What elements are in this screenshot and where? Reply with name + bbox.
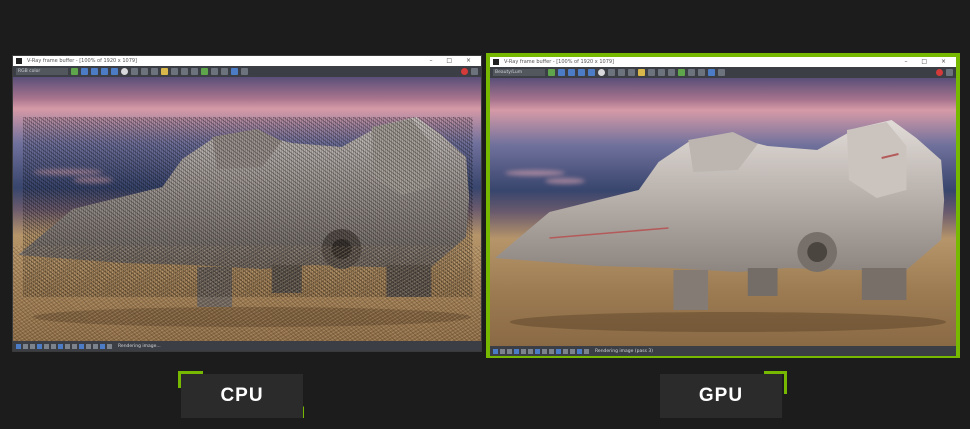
sb-icon-3[interactable]: [30, 343, 35, 349]
sb-icon-7[interactable]: [58, 343, 63, 349]
sb-icon-9[interactable]: [549, 348, 554, 354]
region-icon[interactable]: [181, 68, 188, 75]
lock-icon[interactable]: [668, 69, 675, 76]
folder-icon[interactable]: [638, 69, 645, 76]
correction-icon[interactable]: [678, 69, 685, 76]
channel-icon[interactable]: [548, 69, 555, 76]
sb-icon-14[interactable]: [107, 343, 112, 349]
channel-icon[interactable]: [71, 68, 78, 75]
options-icon[interactable]: [946, 69, 953, 76]
spaceship-render: [17, 117, 472, 327]
sb-icon-12[interactable]: [570, 348, 575, 354]
sb-icon-10[interactable]: [556, 348, 561, 354]
compare-icon[interactable]: [698, 69, 705, 76]
sb-icon-4[interactable]: [514, 348, 519, 354]
app-icon: [493, 59, 499, 65]
sb-icon-2[interactable]: [500, 348, 505, 354]
gpu-status-text: Rendering image (pass 3): [595, 348, 653, 354]
mono-icon[interactable]: [121, 68, 128, 75]
cpu-render-viewport[interactable]: [13, 77, 481, 341]
clear-icon[interactable]: [151, 68, 158, 75]
pixel-info-icon[interactable]: [718, 69, 725, 76]
mono-icon[interactable]: [598, 69, 605, 76]
gpu-toolbar: Beauty/Lum: [490, 67, 956, 78]
save-icon[interactable]: [608, 69, 615, 76]
pixel-info-icon[interactable]: [241, 68, 248, 75]
region-icon[interactable]: [658, 69, 665, 76]
alpha-icon[interactable]: [111, 68, 118, 75]
sb-icon-7[interactable]: [535, 348, 540, 354]
sb-icon-1[interactable]: [493, 348, 498, 354]
history-icon[interactable]: [708, 69, 715, 76]
gpu-window-titlebar[interactable]: V-Ray frame buffer - [100% of 1920 x 107…: [490, 57, 956, 67]
app-icon: [16, 58, 22, 64]
sb-icon-1[interactable]: [16, 343, 21, 349]
rgb-red-icon[interactable]: [81, 68, 88, 75]
sb-icon-12[interactable]: [93, 343, 98, 349]
clear-icon[interactable]: [628, 69, 635, 76]
sb-icon-14[interactable]: [584, 348, 589, 354]
cpu-display-mode-select[interactable]: RGB color: [16, 68, 68, 75]
gpu-label: GPU: [660, 374, 782, 418]
sb-icon-2[interactable]: [23, 343, 28, 349]
gpu-statusbar: Rendering image (pass 3): [490, 346, 956, 356]
cpu-window-titlebar[interactable]: V-Ray frame buffer - [100% of 1920 x 107…: [13, 56, 481, 66]
cpu-render-window: V-Ray frame buffer - [100% of 1920 x 107…: [12, 55, 482, 352]
sb-icon-13[interactable]: [577, 348, 582, 354]
window-controls[interactable]: – □ ×: [429, 56, 477, 66]
rgb-green-icon[interactable]: [568, 69, 575, 76]
load-icon[interactable]: [618, 69, 625, 76]
spaceship-render: [494, 120, 947, 332]
folder-icon[interactable]: [161, 68, 168, 75]
sb-icon-5[interactable]: [44, 343, 49, 349]
cpu-status-text: Rendering image...: [118, 343, 161, 349]
alpha-icon[interactable]: [588, 69, 595, 76]
compare-icon[interactable]: [221, 68, 228, 75]
sb-icon-13[interactable]: [100, 343, 105, 349]
gpu-window-title: V-Ray frame buffer - [100% of 1920 x 107…: [504, 59, 615, 65]
cpu-window-title: V-Ray frame buffer - [100% of 1920 x 107…: [27, 58, 138, 64]
record-icon[interactable]: [936, 69, 943, 76]
rgb-blue-icon[interactable]: [578, 69, 585, 76]
sb-icon-8[interactable]: [542, 348, 547, 354]
sb-icon-11[interactable]: [86, 343, 91, 349]
lens-icon[interactable]: [211, 68, 218, 75]
sb-icon-9[interactable]: [72, 343, 77, 349]
lock-icon[interactable]: [191, 68, 198, 75]
rgb-green-icon[interactable]: [91, 68, 98, 75]
track-mouse-icon[interactable]: [171, 68, 178, 75]
gpu-render-window: V-Ray frame buffer - [100% of 1920 x 107…: [486, 53, 960, 358]
gpu-display-mode-select[interactable]: Beauty/Lum: [493, 69, 545, 76]
rgb-blue-icon[interactable]: [101, 68, 108, 75]
cpu-label: CPU: [181, 374, 303, 418]
sb-icon-11[interactable]: [563, 348, 568, 354]
sb-icon-3[interactable]: [507, 348, 512, 354]
lens-icon[interactable]: [688, 69, 695, 76]
sb-icon-10[interactable]: [79, 343, 84, 349]
rgb-red-icon[interactable]: [558, 69, 565, 76]
history-icon[interactable]: [231, 68, 238, 75]
record-icon[interactable]: [461, 68, 468, 75]
track-mouse-icon[interactable]: [648, 69, 655, 76]
sb-icon-8[interactable]: [65, 343, 70, 349]
load-icon[interactable]: [141, 68, 148, 75]
cpu-statusbar: Rendering image...: [13, 341, 481, 351]
gpu-render-viewport[interactable]: [490, 78, 956, 346]
sb-icon-6[interactable]: [51, 343, 56, 349]
sb-icon-5[interactable]: [521, 348, 526, 354]
cpu-toolbar: RGB color: [13, 66, 481, 77]
correction-icon[interactable]: [201, 68, 208, 75]
options-icon[interactable]: [471, 68, 478, 75]
sb-icon-6[interactable]: [528, 348, 533, 354]
save-icon[interactable]: [131, 68, 138, 75]
sb-icon-4[interactable]: [37, 343, 42, 349]
window-controls[interactable]: – □ ×: [904, 57, 952, 67]
